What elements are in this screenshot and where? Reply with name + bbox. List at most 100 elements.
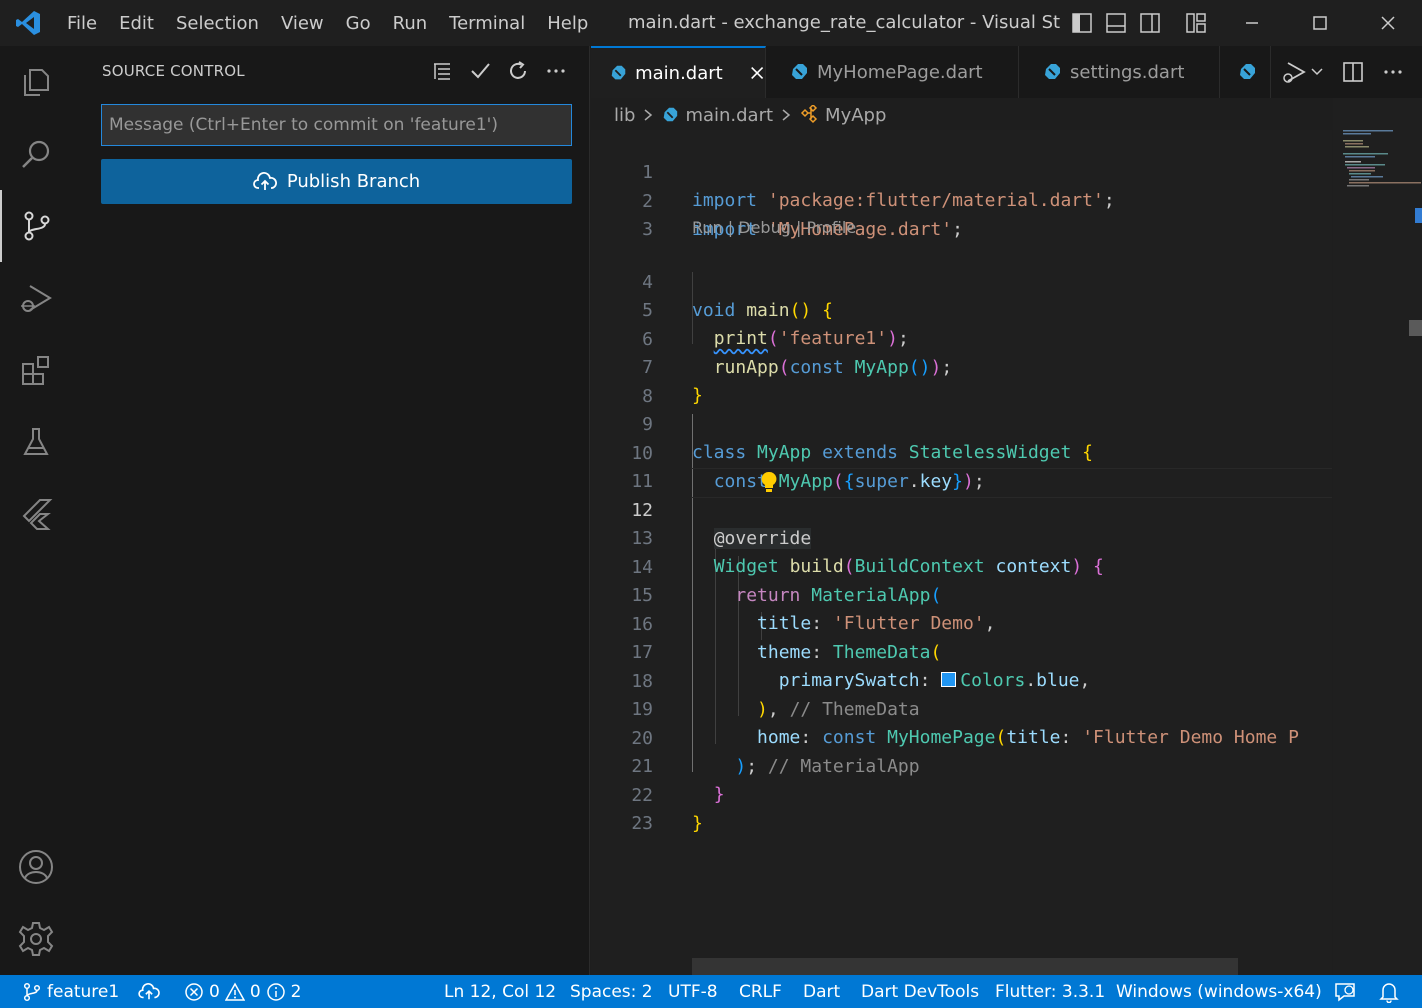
menu-selection[interactable]: Selection (165, 13, 270, 34)
more-actions-icon[interactable] (545, 60, 567, 82)
git-branch-icon (23, 982, 41, 1001)
dart-file-icon (1045, 64, 1060, 79)
notifications-bell-icon[interactable] (1379, 975, 1399, 1008)
code-line: 9 class MyApp extends StatelessWidget { (591, 383, 1332, 463)
code-line: 7 } (591, 326, 1332, 406)
class-symbol-icon (800, 105, 818, 124)
publish-cloud-button[interactable] (138, 975, 160, 1008)
editor-actions (1280, 60, 1404, 84)
breadcrumb: lib main.dart MyApp (614, 102, 886, 128)
dart-file-icon (1240, 64, 1255, 79)
tab-label: main.dart (635, 62, 723, 84)
codelens-run-debug-profile[interactable]: Run | Debug | Profile (692, 218, 856, 237)
code-line: 8 (591, 355, 1332, 407)
code-line: 10 const MyApp({super.key}); (591, 412, 1332, 492)
testing-flask-icon[interactable] (0, 406, 72, 478)
source-control-panel: SOURCE CONTROL Publish Branch (72, 46, 590, 975)
activity-bar (0, 46, 72, 975)
dart-file-icon (611, 65, 626, 80)
code-line: 15 title: 'Flutter Demo', (591, 554, 1332, 634)
chevron-right-icon (782, 109, 791, 121)
dart-file-icon (664, 107, 678, 122)
menu-terminal[interactable]: Terminal (438, 13, 536, 34)
tab-overflow[interactable] (1221, 46, 1271, 98)
refresh-icon[interactable] (507, 60, 529, 82)
line-number: 3 (642, 219, 653, 240)
status-eol[interactable]: CRLF (739, 975, 782, 1008)
status-indentation[interactable]: Spaces: 2 (570, 975, 653, 1008)
menu-bar: File Edit Selection View Go Run Terminal… (56, 0, 599, 46)
breadcrumb-symbol[interactable]: MyApp (825, 105, 886, 126)
customize-layout-icon[interactable] (1184, 11, 1208, 35)
view-as-tree-icon[interactable] (431, 60, 453, 82)
window-title: main.dart - exchange_rate_calculator - V… (628, 12, 1060, 33)
manage-gear-icon[interactable] (0, 903, 72, 975)
tab-settings-dart[interactable]: settings.dart (1020, 46, 1220, 98)
status-flutter-version[interactable]: Flutter: 3.3.1 (995, 975, 1105, 1008)
dart-file-icon (792, 64, 807, 79)
problems-summary[interactable]: 0 0 2 (184, 975, 301, 1008)
status-branch[interactable]: feature1 (22, 975, 119, 1008)
run-debug-dropdown-icon[interactable] (1280, 60, 1324, 84)
status-language[interactable]: Dart (803, 975, 840, 1008)
status-dart-devtools[interactable]: Dart DevTools (861, 975, 979, 1008)
toggle-secondary-sidebar-icon[interactable] (1138, 11, 1162, 35)
tab-myhomepage-dart[interactable]: MyHomePage.dart (767, 46, 1019, 98)
toggle-panel-icon[interactable] (1104, 11, 1128, 35)
extensions-icon[interactable] (0, 334, 72, 406)
flutter-icon[interactable] (0, 478, 72, 550)
minimap[interactable] (1333, 98, 1422, 975)
code-line: 1 import 'package:flutter/material.dart'… (591, 131, 1332, 211)
commit-message-input[interactable] (101, 104, 572, 146)
vscode-logo-icon (0, 0, 56, 46)
run-debug-icon[interactable] (0, 262, 72, 334)
status-cursor-position[interactable]: Ln 12, Col 12 (444, 975, 556, 1008)
tab-main-dart[interactable]: main.dart (591, 46, 766, 98)
minimize-button[interactable] (1218, 0, 1286, 46)
search-icon[interactable] (0, 118, 72, 190)
maximize-button[interactable] (1286, 0, 1354, 46)
menu-help[interactable]: Help (536, 13, 599, 34)
close-button[interactable] (1354, 0, 1422, 46)
cloud-upload-icon (252, 171, 277, 190)
code-line: 16 theme: ThemeData( (591, 583, 1332, 663)
toggle-sidebar-icon[interactable] (1070, 11, 1094, 35)
source-control-icon[interactable] (0, 190, 72, 262)
horizontal-scrollbar[interactable] (692, 958, 1238, 975)
publish-branch-button[interactable]: Publish Branch (101, 159, 572, 204)
branch-name: feature1 (47, 981, 120, 1002)
split-editor-icon[interactable] (1342, 61, 1364, 83)
breadcrumb-file[interactable]: main.dart (685, 105, 773, 126)
panel-actions (431, 60, 567, 82)
publish-branch-label: Publish Branch (286, 171, 421, 192)
error-icon (185, 982, 203, 1001)
menu-go[interactable]: Go (335, 13, 382, 34)
close-tab-icon[interactable] (749, 64, 765, 82)
code-editor[interactable]: 1 import 'package:flutter/material.dart'… (591, 130, 1332, 975)
code-line: 22 } (591, 754, 1332, 834)
menu-run[interactable]: Run (382, 13, 439, 34)
menu-file[interactable]: File (56, 13, 108, 34)
code-line: 20 ); // MaterialApp (591, 697, 1332, 777)
feedback-icon[interactable] (1334, 975, 1356, 1008)
menu-edit[interactable]: Edit (108, 13, 165, 34)
title-bar: File Edit Selection View Go Run Terminal… (0, 0, 1422, 46)
status-encoding[interactable]: UTF-8 (668, 975, 718, 1008)
info-count: 2 (290, 981, 302, 1002)
more-actions-icon[interactable] (1382, 61, 1404, 83)
code-line: 23 (591, 782, 1332, 834)
commit-check-icon[interactable] (469, 60, 491, 82)
tab-label: MyHomePage.dart (817, 61, 983, 83)
accounts-icon[interactable] (0, 831, 72, 903)
status-device[interactable]: Windows (windows-x64) (1116, 975, 1322, 1008)
tab-label: settings.dart (1070, 61, 1185, 83)
warning-icon (224, 981, 245, 1001)
explorer-icon[interactable] (0, 46, 72, 118)
code-line: 18 ), // ThemeData (591, 640, 1332, 720)
code-line: 5 print('feature1'); (591, 269, 1332, 349)
breadcrumb-folder[interactable]: lib (614, 105, 635, 126)
info-icon (266, 982, 285, 1001)
status-bar: feature1 0 0 2 Ln 12, Col 12 Spaces: 2 U… (0, 975, 1422, 1008)
menu-view[interactable]: View (270, 13, 335, 34)
code-line: 3 (591, 188, 1332, 240)
